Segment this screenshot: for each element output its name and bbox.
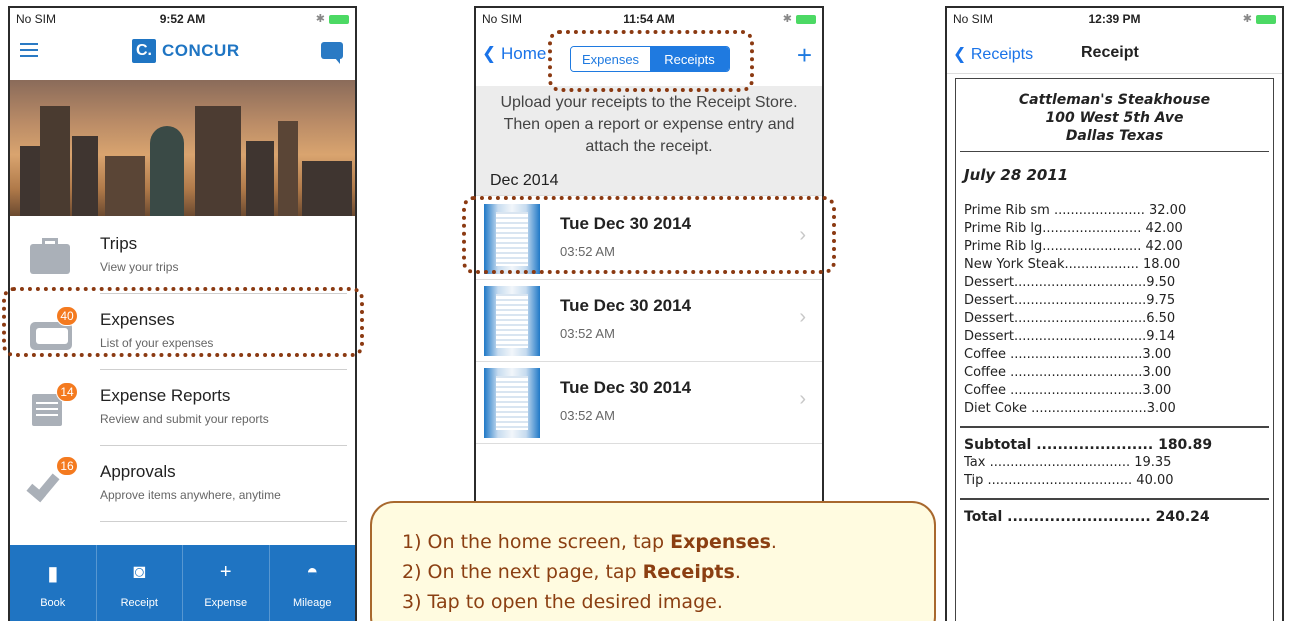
back-button[interactable]: ❮ Home — [482, 44, 546, 64]
receipt-line: New York Steak.................. 18.00 — [964, 257, 1181, 272]
receipt-line: Prime Rib lg........................ 42.… — [964, 239, 1183, 254]
instruction-step-2: 2) On the next page, tap Receipts. — [402, 561, 741, 583]
status-time: 11:54 AM — [623, 12, 675, 26]
receipt-row[interactable]: Tue Dec 30 2014 03:52 AM › — [476, 280, 822, 362]
tab-receipt[interactable]: ◙ Receipt — [97, 545, 183, 621]
chevron-right-icon: › — [799, 306, 806, 328]
menu-item-trips[interactable]: Trips View your trips — [10, 218, 355, 294]
status-bar: No SIM 9:52 AM ✱ — [10, 8, 355, 28]
camera-icon: ◙ — [133, 561, 146, 583]
logo-mark: C. — [132, 39, 156, 63]
battery-icon: ✱ — [1243, 12, 1276, 25]
hamburger-menu-icon[interactable] — [20, 43, 38, 57]
store-name: Cattleman's Steakhouse — [1018, 92, 1211, 108]
store-header: Cattleman's Steakhouse 100 West 5th Ave … — [964, 79, 1265, 145]
logo-text: CONCUR — [162, 41, 240, 60]
nav-bar: ❮ Receipts Receipt — [947, 30, 1282, 74]
receipt-detail-screen: No SIM 12:39 PM ✱ ❮ Receipts Receipt Cat… — [945, 6, 1284, 621]
status-time: 9:52 AM — [159, 12, 206, 26]
receipt-thumbnail — [484, 368, 540, 438]
instruction-step-1: 1) On the home screen, tap Expenses. — [402, 531, 777, 553]
approvals-count-badge: 16 — [56, 456, 78, 476]
receipt-date: July 28 2011 — [964, 166, 1069, 184]
battery-icon: ✱ — [316, 12, 349, 25]
receipt-date: Tue Dec 30 2014 — [560, 378, 692, 397]
tab-label: Receipt — [120, 597, 158, 609]
receipt-time: 03:52 AM — [560, 326, 615, 341]
chevron-right-icon: › — [799, 388, 806, 410]
tab-label: Book — [40, 597, 66, 609]
back-label: Home — [500, 44, 547, 63]
bottom-tab-bar: ▮ Book ◙ Receipt + Expense ◓ Mileage — [10, 545, 355, 621]
back-button[interactable]: ❮ Receipts — [953, 44, 1033, 64]
receipt-time: 03:52 AM — [560, 408, 615, 423]
plus-icon: + — [219, 561, 232, 583]
receipt-line: Prime Rib sm ...................... 32.0… — [964, 203, 1187, 218]
receipt-tip: Tip ................................... … — [964, 473, 1174, 488]
status-bar: No SIM 11:54 AM ✱ — [476, 8, 822, 28]
tab-mileage[interactable]: ◓ Mileage — [270, 545, 356, 621]
receipt-date: Tue Dec 30 2014 — [560, 296, 692, 315]
tab-label: Expense — [204, 597, 248, 609]
tab-expense[interactable]: + Expense — [183, 545, 270, 621]
briefcase-icon: ▮ — [47, 563, 59, 585]
receipt-line: Coffee ................................3… — [964, 347, 1172, 362]
menu-item-subtitle: View your trips — [100, 260, 179, 274]
menu-item-approvals[interactable]: 16 Approvals Approve items anywhere, any… — [10, 446, 355, 522]
battery-icon: ✱ — [783, 12, 816, 25]
store-address: 100 West 5th Ave — [1045, 110, 1184, 126]
receipt-row[interactable]: Tue Dec 30 2014 03:52 AM › — [476, 362, 822, 444]
receipt-line: Dessert................................9… — [964, 293, 1176, 308]
status-bar: No SIM 12:39 PM ✱ — [947, 8, 1282, 28]
tab-book[interactable]: ▮ Book — [10, 545, 97, 621]
menu-item-title: Trips — [100, 234, 138, 253]
receipt-line: Dessert................................6… — [964, 311, 1176, 326]
receipt-subtotal: Subtotal ...................... 180.89 — [964, 437, 1213, 453]
app-header: C. CONCUR — [10, 30, 355, 74]
menu-item-title: Expense Reports — [100, 386, 231, 405]
suitcase-icon — [26, 236, 74, 276]
gauge-icon: ◓ — [306, 561, 319, 583]
chevron-left-icon: ❮ — [482, 44, 497, 63]
receipt-line: Dessert................................9… — [964, 275, 1176, 290]
receipt-line: Diet Coke ............................3.… — [964, 401, 1176, 416]
tab-label: Mileage — [292, 597, 332, 609]
chevron-left-icon: ❮ — [953, 46, 967, 63]
store-city: Dallas Texas — [1065, 128, 1164, 144]
receipt-line: Coffee ................................3… — [964, 383, 1172, 398]
menu-item-expense-reports[interactable]: 14 Expense Reports Review and submit you… — [10, 370, 355, 446]
receipt-tax: Tax .................................. 1… — [964, 455, 1172, 470]
instructions-callout: 1) On the home screen, tap Expenses. 2) … — [370, 501, 936, 621]
chat-icon[interactable] — [321, 42, 343, 64]
status-time: 12:39 PM — [1088, 12, 1141, 26]
instruction-step-3: 3) Tap to open the desired image. — [402, 591, 723, 613]
receipt-image: Cattleman's Steakhouse 100 West 5th Ave … — [955, 78, 1274, 621]
back-label: Receipts — [970, 46, 1034, 63]
reports-count-badge: 14 — [56, 382, 78, 402]
receipt-line: Dessert................................9… — [964, 329, 1176, 344]
concur-logo: C. CONCUR — [132, 38, 240, 64]
receipt-line: Prime Rib lg........................ 42.… — [964, 221, 1183, 236]
menu-item-subtitle: Approve items anywhere, anytime — [100, 488, 281, 502]
page-title: Receipt — [1081, 44, 1139, 61]
receipts-tab-highlight-box — [548, 30, 754, 92]
menu-item-title: Approvals — [100, 462, 176, 481]
receipt-items: Prime Rib sm ...................... 32.0… — [964, 202, 1265, 418]
receipt-thumbnail — [484, 286, 540, 356]
section-header: Dec 2014 — [476, 172, 822, 196]
add-receipt-button[interactable]: + — [797, 40, 812, 71]
receipt-row-highlight-box — [462, 196, 836, 274]
info-message: Upload your receipts to the Receipt Stor… — [476, 86, 822, 172]
expenses-highlight-box — [2, 287, 364, 357]
receipt-total: Total ........................... 240.24 — [964, 509, 1210, 525]
menu-item-subtitle: Review and submit your reports — [100, 412, 269, 426]
receipt-line: Coffee ................................3… — [964, 365, 1172, 380]
city-skyline-image — [10, 80, 355, 216]
